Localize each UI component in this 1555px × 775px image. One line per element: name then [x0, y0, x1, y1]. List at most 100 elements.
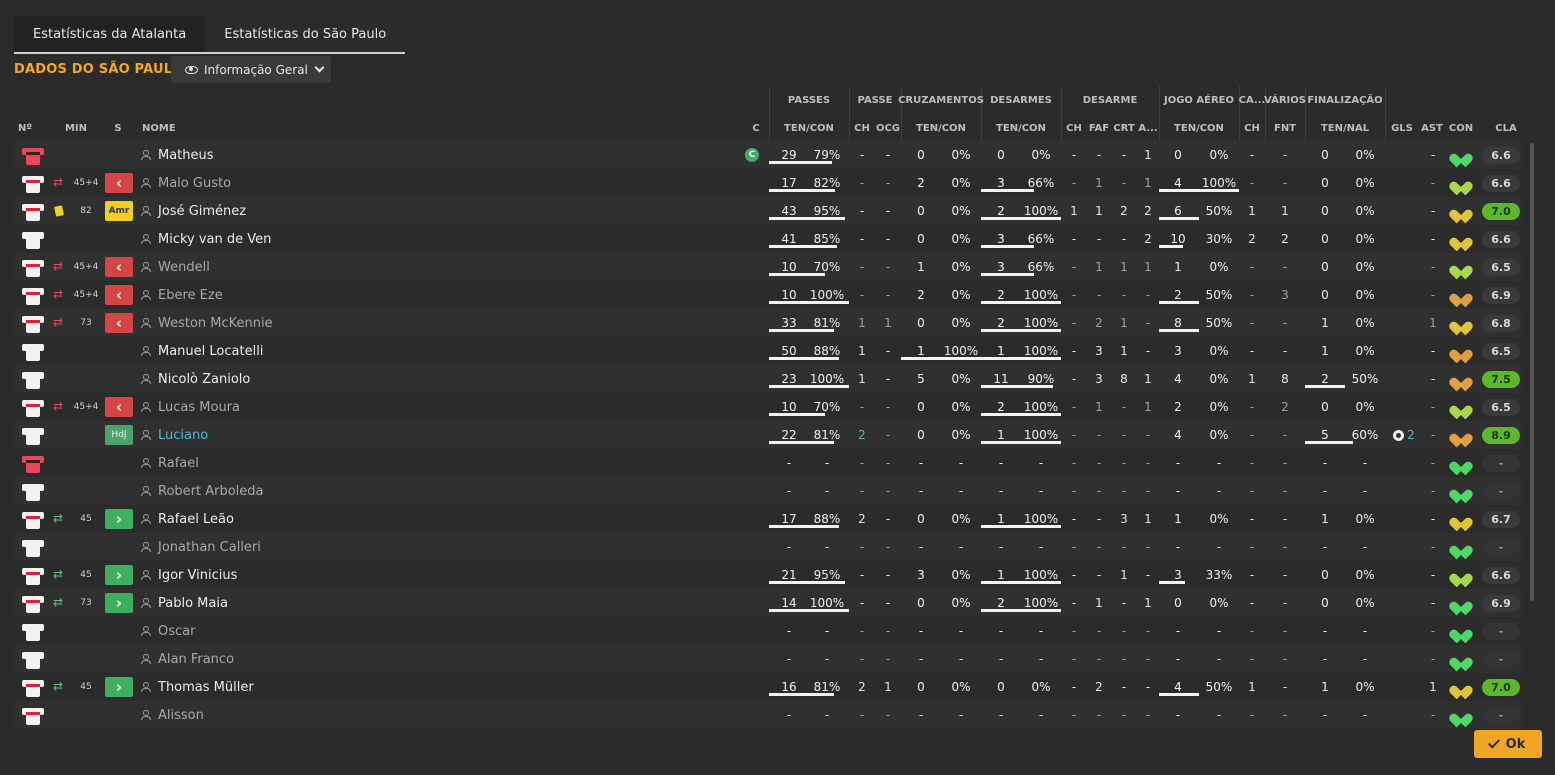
- player-rating: -: [1482, 455, 1520, 472]
- column-header-min[interactable]: MIN: [58, 118, 94, 138]
- player-name[interactable]: Lucas Moura: [158, 398, 240, 416]
- chances-created: -: [885, 456, 891, 470]
- tackle-faf: -: [1096, 148, 1102, 162]
- column-header-varios_fnt[interactable]: FNT: [1265, 118, 1305, 138]
- minute-label: 45: [80, 682, 92, 692]
- view-selector-dropdown[interactable]: Informação Geral: [171, 56, 331, 83]
- column-header-cruz[interactable]: TEN/CON: [901, 118, 981, 138]
- ca-ch: -: [1249, 400, 1255, 414]
- ok-button[interactable]: Ok: [1474, 730, 1542, 758]
- headers-won-pct: -: [1216, 540, 1222, 554]
- tackles-attempted: -: [998, 708, 1004, 722]
- column-header-s[interactable]: S: [108, 118, 128, 138]
- progress-bar: [1159, 189, 1239, 192]
- column-header-con[interactable]: CON: [1445, 118, 1477, 138]
- column-header-ast[interactable]: AST: [1419, 118, 1445, 138]
- progress-bar: [769, 245, 837, 248]
- sub-out-icon: ⇄: [53, 175, 64, 189]
- tackle-crt: -: [1121, 484, 1127, 498]
- headers-attempted: -: [1175, 484, 1181, 498]
- shots: -: [1322, 708, 1328, 722]
- tackle-crt: 1: [1120, 568, 1128, 582]
- condition-heart-icon: [1447, 316, 1475, 336]
- player-name[interactable]: Malo Gusto: [158, 174, 231, 192]
- condition-heart-icon: [1447, 176, 1475, 196]
- column-header-des_ch[interactable]: CH: [1061, 118, 1087, 138]
- column-header-name[interactable]: NOME: [142, 118, 202, 138]
- shots-on-target-pct: 0%: [1355, 596, 1375, 610]
- tackle-faf: -: [1096, 540, 1102, 554]
- tackle-ch: -: [1071, 232, 1077, 246]
- chances-created: -: [885, 176, 891, 190]
- player-name[interactable]: Nicolò Zaniolo: [158, 370, 250, 388]
- player-name[interactable]: Pablo Maia: [158, 594, 228, 612]
- headers-attempted: 1: [1174, 260, 1182, 274]
- column-header-des_a[interactable]: A...: [1137, 118, 1159, 138]
- tab-atalanta-stats[interactable]: Estatísticas da Atalanta: [14, 16, 206, 54]
- player-name[interactable]: Manuel Locatelli: [158, 342, 263, 360]
- player-name[interactable]: Thomas Müller: [158, 678, 254, 696]
- player-stats-table: PASSES PASSE CRUZAMENTOS DESARMES DESARME JOG…: [0, 0, 1555, 775]
- tackle-faf: 2: [1095, 316, 1103, 330]
- ca-ch: 1: [1248, 372, 1256, 386]
- headers-won-pct: 50%: [1205, 680, 1233, 694]
- tackle-faf: 3: [1095, 372, 1103, 386]
- player-name[interactable]: Igor Vinicius: [158, 566, 237, 584]
- column-header-des_faf[interactable]: FAF: [1087, 118, 1111, 138]
- column-header-cla[interactable]: CLA: [1482, 118, 1530, 138]
- column-header-passes[interactable]: TEN/CON: [769, 118, 849, 138]
- player-name[interactable]: Matheus: [158, 146, 214, 164]
- shots: 0: [1321, 596, 1329, 610]
- player-name[interactable]: Micky van de Ven: [158, 230, 271, 248]
- shots-on-target-pct: 0%: [1355, 288, 1375, 302]
- column-header-aereo[interactable]: TEN/CON: [1159, 118, 1239, 138]
- tackle-crt: 2: [1120, 204, 1128, 218]
- shots: 1: [1321, 512, 1329, 526]
- condition-heart-icon: [1447, 204, 1475, 224]
- player-name[interactable]: José Giménez: [158, 202, 246, 220]
- progress-bar: [769, 693, 834, 696]
- player-name[interactable]: Wendell: [158, 258, 210, 276]
- column-header-final[interactable]: TEN/NAL: [1305, 118, 1385, 138]
- goal-ball-icon: [1393, 430, 1404, 441]
- progress-bar: [769, 189, 835, 192]
- player-name[interactable]: Alan Franco: [158, 650, 234, 668]
- condition-heart-icon: [1447, 708, 1475, 728]
- player-name[interactable]: Weston McKennie: [158, 314, 273, 332]
- column-header-ca_ch[interactable]: CH: [1239, 118, 1265, 138]
- player-name[interactable]: Luciano: [158, 426, 208, 444]
- condition-heart-icon: [1447, 148, 1475, 168]
- column-header-num[interactable]: Nº: [18, 118, 40, 138]
- assists: -: [1430, 260, 1436, 274]
- player-name[interactable]: Robert Arboleda: [158, 482, 264, 500]
- group-header: CRUZAMENTOS: [898, 94, 984, 106]
- passes-completed-pct: -: [824, 708, 830, 722]
- tackle-crt: -: [1121, 148, 1127, 162]
- condition-heart-icon: [1447, 288, 1475, 308]
- tab-sao-paulo-stats[interactable]: Estatísticas do São Paulo: [205, 16, 406, 54]
- tackle-crt: 8: [1120, 372, 1128, 386]
- column-header-desarmes[interactable]: TEN/CON: [981, 118, 1061, 138]
- crosses-completed-pct: 0%: [951, 316, 971, 330]
- column-header-c[interactable]: C: [748, 118, 764, 138]
- crosses-completed-pct: 0%: [951, 372, 971, 386]
- tackles-attempted: -: [998, 484, 1004, 498]
- chances-created: -: [885, 148, 891, 162]
- player-name[interactable]: Rafael: [158, 454, 199, 472]
- player-name[interactable]: Jonathan Calleri: [158, 538, 261, 556]
- tackle-a: 1: [1144, 260, 1152, 274]
- progress-bar: [981, 273, 1034, 276]
- player-name[interactable]: Alisson: [158, 706, 204, 724]
- column-header-gls[interactable]: GLS: [1385, 118, 1419, 138]
- player-name[interactable]: Rafael Leão: [158, 510, 234, 528]
- player-name[interactable]: Ebere Eze: [158, 286, 223, 304]
- column-header-passe_ocg[interactable]: OCG: [875, 118, 901, 138]
- scrollbar[interactable]: [1530, 143, 1534, 601]
- player-name[interactable]: Oscar: [158, 622, 195, 640]
- assists: 1: [1429, 680, 1437, 694]
- key-passes: -: [859, 288, 865, 302]
- column-header-des_crt[interactable]: CRT: [1111, 118, 1137, 138]
- tackle-ch: -: [1071, 400, 1077, 414]
- player-rating: 6.6: [1482, 567, 1520, 584]
- column-header-passe_ch[interactable]: CH: [849, 118, 875, 138]
